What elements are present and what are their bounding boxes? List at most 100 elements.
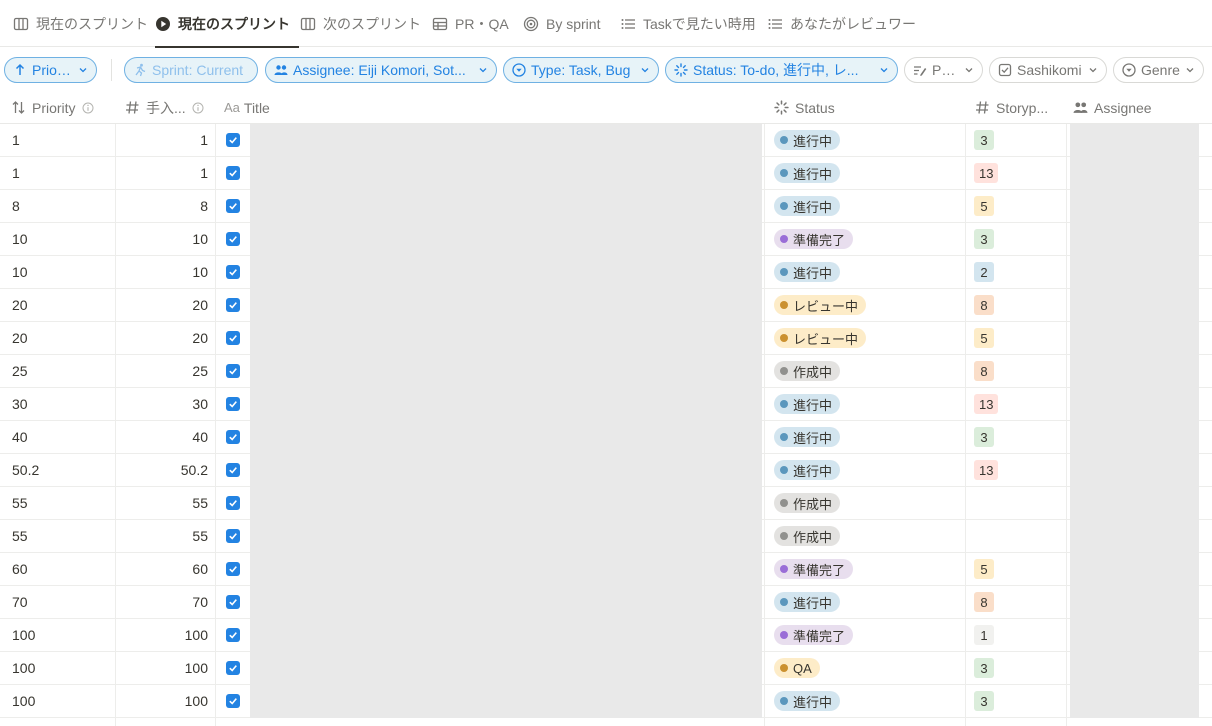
checkbox[interactable] xyxy=(226,628,240,642)
priority-cell[interactable]: 1 xyxy=(12,157,112,189)
tab-current-sprint-board[interactable]: 現在のスプリント xyxy=(13,0,148,47)
status-cell[interactable]: 進行中 xyxy=(774,388,964,420)
priority-cell[interactable]: 10 xyxy=(12,256,112,288)
storypoint-cell[interactable]: 1 xyxy=(974,619,1064,651)
assignee-filter-chip[interactable]: Assignee: Eiji Komori, Sot... xyxy=(265,57,497,83)
manual-cell[interactable]: 8 xyxy=(116,190,208,222)
manual-cell[interactable]: 20 xyxy=(116,322,208,354)
storypoint-cell[interactable]: 5 xyxy=(974,190,1064,222)
manual-cell[interactable]: 55 xyxy=(116,487,208,519)
status-cell[interactable]: レビュー中 xyxy=(774,322,964,354)
done-checkbox-cell[interactable] xyxy=(226,190,242,222)
done-checkbox-cell[interactable] xyxy=(226,520,242,552)
done-checkbox-cell[interactable] xyxy=(226,157,242,189)
status-cell[interactable]: 準備完了 xyxy=(774,619,964,651)
tab-by-sprint[interactable]: By sprint xyxy=(523,0,600,47)
storypoint-cell[interactable]: 5 xyxy=(974,553,1064,585)
done-checkbox-cell[interactable] xyxy=(226,487,242,519)
priority-cell[interactable]: 70 xyxy=(12,586,112,618)
status-cell[interactable]: QA xyxy=(774,652,964,684)
manual-cell[interactable]: 10 xyxy=(116,256,208,288)
manual-cell[interactable]: 1 xyxy=(116,124,208,156)
manual-cell[interactable]: 70 xyxy=(116,586,208,618)
checkbox[interactable] xyxy=(226,166,240,180)
storypoint-cell[interactable]: 5 xyxy=(974,322,1064,354)
status-cell[interactable]: 準備完了 xyxy=(774,553,964,585)
tab-current-sprint[interactable]: 現在のスプリント xyxy=(155,0,299,48)
checkbox[interactable] xyxy=(226,496,240,510)
checkbox[interactable] xyxy=(226,529,240,543)
done-checkbox-cell[interactable] xyxy=(226,652,242,684)
done-checkbox-cell[interactable] xyxy=(226,124,242,156)
checkbox[interactable] xyxy=(226,331,240,345)
status-cell[interactable]: 進行中 xyxy=(774,685,964,717)
sort-priority-chip[interactable]: Priority xyxy=(4,57,97,83)
storypoint-cell[interactable]: 8 xyxy=(974,586,1064,618)
status-cell[interactable]: 進行中 xyxy=(774,421,964,453)
status-cell[interactable]: 進行中 xyxy=(774,256,964,288)
status-cell[interactable]: 進行中 xyxy=(774,157,964,189)
done-checkbox-cell[interactable] xyxy=(226,388,242,420)
tab-task-view[interactable]: Taskで見たい時用 xyxy=(620,0,756,47)
manual-cell[interactable]: 100 xyxy=(116,652,208,684)
done-checkbox-cell[interactable] xyxy=(226,322,242,354)
sashikomi-filter-chip[interactable]: Sashikomi xyxy=(989,57,1107,83)
done-checkbox-cell[interactable] xyxy=(226,223,242,255)
manual-cell[interactable]: 40 xyxy=(116,421,208,453)
storypoint-cell[interactable]: 2 xyxy=(974,256,1064,288)
done-checkbox-cell[interactable] xyxy=(226,355,242,387)
checkbox[interactable] xyxy=(226,298,240,312)
column-header-status[interactable]: Status xyxy=(774,92,964,123)
status-cell[interactable]: 作成中 xyxy=(774,355,964,387)
tab-pr-qa[interactable]: PR・QA xyxy=(432,0,509,47)
column-header-title[interactable]: Aa Title xyxy=(224,92,764,123)
manual-cell[interactable]: 100 xyxy=(116,619,208,651)
done-checkbox-cell[interactable] xyxy=(226,586,242,618)
checkbox[interactable] xyxy=(226,430,240,444)
priority-cell[interactable]: 30 xyxy=(12,388,112,420)
checkbox[interactable] xyxy=(226,265,240,279)
column-header-priority[interactable]: Priority xyxy=(11,92,111,123)
done-checkbox-cell[interactable] xyxy=(226,685,242,717)
manual-cell[interactable]: 55 xyxy=(116,520,208,552)
status-cell[interactable]: 進行中 xyxy=(774,190,964,222)
done-checkbox-cell[interactable] xyxy=(226,454,242,486)
column-header-assignee[interactable]: Assignee xyxy=(1073,92,1203,123)
status-cell[interactable]: 進行中 xyxy=(774,586,964,618)
storypoint-cell[interactable]: 8 xyxy=(974,355,1064,387)
priority-cell[interactable]: 50.2 xyxy=(12,454,112,486)
tab-next-sprint[interactable]: 次のスプリント xyxy=(300,0,421,47)
manual-cell[interactable]: 50.2 xyxy=(116,454,208,486)
manual-cell[interactable]: 30 xyxy=(116,388,208,420)
storypoint-cell[interactable]: 3 xyxy=(974,223,1064,255)
storypoint-cell[interactable]: 13 xyxy=(974,388,1064,420)
priority-cell[interactable]: 20 xyxy=(12,289,112,321)
status-cell[interactable]: 準備完了 xyxy=(774,223,964,255)
status-cell[interactable]: レビュー中 xyxy=(774,289,964,321)
genre-filter-chip[interactable]: Genre xyxy=(1113,57,1204,83)
storypoint-cell[interactable]: 3 xyxy=(974,124,1064,156)
status-cell[interactable]: 進行中 xyxy=(774,454,964,486)
checkbox[interactable] xyxy=(226,364,240,378)
priority-cell[interactable]: 10 xyxy=(12,223,112,255)
priority-cell[interactable]: 100 xyxy=(12,685,112,717)
storypoint-cell[interactable]: 3 xyxy=(974,685,1064,717)
storypoint-cell[interactable]: 3 xyxy=(974,421,1064,453)
checkbox[interactable] xyxy=(226,463,240,477)
priority-cell[interactable]: 55 xyxy=(12,520,112,552)
checkbox[interactable] xyxy=(226,397,240,411)
priority-cell[interactable]: 100 xyxy=(12,652,112,684)
manual-cell[interactable]: 20 xyxy=(116,289,208,321)
sprint-filter-chip[interactable]: Sprint: Current xyxy=(124,57,258,83)
priority-cell[interactable]: 25 xyxy=(12,355,112,387)
done-checkbox-cell[interactable] xyxy=(226,289,242,321)
checkbox[interactable] xyxy=(226,562,240,576)
storypoint-cell[interactable]: 8 xyxy=(974,289,1064,321)
priority-cell[interactable]: 1 xyxy=(12,124,112,156)
manual-cell[interactable]: 1 xyxy=(116,157,208,189)
prd-filter-chip[interactable]: PRD xyxy=(904,57,983,83)
storypoint-cell[interactable] xyxy=(974,487,1064,519)
storypoint-cell[interactable]: 3 xyxy=(974,652,1064,684)
done-checkbox-cell[interactable] xyxy=(226,553,242,585)
storypoint-cell[interactable] xyxy=(974,520,1064,552)
